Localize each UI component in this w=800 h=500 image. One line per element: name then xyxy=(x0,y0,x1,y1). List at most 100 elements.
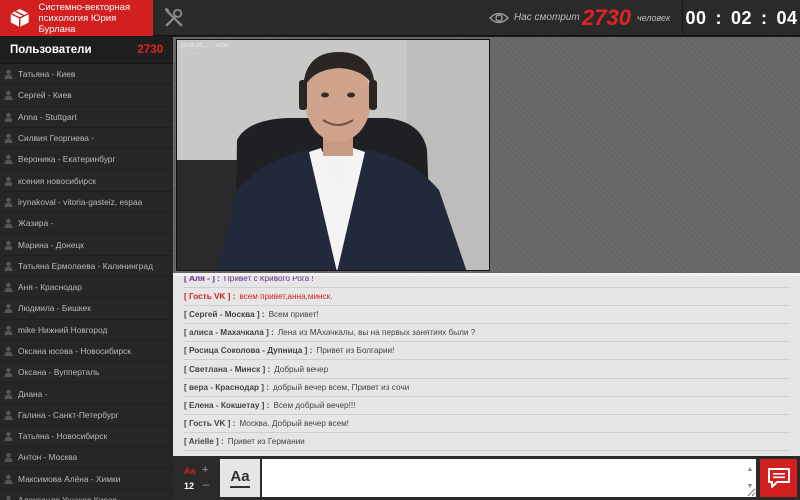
chat-message: [ алиса - Махачкала ] : Лена из МАхачкалы… xyxy=(184,324,790,343)
user-name: Татьяна Ермолаева - Калининград xyxy=(18,260,153,271)
user-name: Галина - Санкт-Петербург xyxy=(18,409,119,420)
chat-message-input[interactable] xyxy=(262,459,756,497)
user-name: Аня - Краснодар xyxy=(18,282,82,293)
user-name: Марина - Донецк xyxy=(18,239,84,250)
overlay-line-2: ... .. .... xyxy=(181,50,198,56)
chat-message-author[interactable]: [ алиса - Махачкала ] : xyxy=(184,328,274,337)
user-icon xyxy=(4,474,13,484)
chat-message-author[interactable]: [ Аля - ] : xyxy=(184,276,220,283)
timer-separator: : xyxy=(715,7,722,28)
chat-message: [ Arielle ] : Привет из Германии xyxy=(184,433,790,451)
send-chat-icon xyxy=(767,468,790,488)
user-name: mike Нижний Новгород xyxy=(18,324,108,335)
chat-message-text: Всем добрый вечер!!! xyxy=(273,400,356,410)
viewers-unit: человек xyxy=(637,13,671,23)
user-list-item[interactable]: Антон - Москва xyxy=(0,447,173,469)
users-title: Пользователи xyxy=(10,44,92,56)
user-name: Сергей - Киев xyxy=(18,90,72,101)
chat-message-text: Добрый вечер xyxy=(274,364,329,374)
user-list-item[interactable]: ксения новосибирск xyxy=(0,170,173,192)
user-list-item[interactable]: Жазира - xyxy=(0,213,173,235)
overlay-line-1: 12:05:25 ... ... MOV xyxy=(181,43,229,49)
chat-messages[interactable]: [ Аля - ] : Привет с Кривого Рога ![ Гост… xyxy=(173,276,800,456)
scroll-down-arrow[interactable]: ▼ xyxy=(745,478,755,495)
chat-message-author[interactable]: [ Arielle ] : xyxy=(184,437,224,446)
user-name: Диана - xyxy=(18,388,48,399)
font-decrease-button[interactable]: – xyxy=(203,479,209,491)
user-icon xyxy=(4,155,13,165)
font-increase-button[interactable]: + xyxy=(202,464,208,476)
user-list-item[interactable]: Максимова Алёна - Химки xyxy=(0,469,173,490)
user-list-item[interactable]: Александр Ушаков Киров xyxy=(0,490,173,500)
user-list-item[interactable]: irynakoval - vitoria-gasteiz, espaa xyxy=(0,192,173,214)
user-list-item[interactable]: Anna - Stuttgart xyxy=(0,107,173,128)
user-list-item[interactable]: Вероника - Екатеринбург xyxy=(0,149,173,171)
user-icon xyxy=(4,176,13,186)
user-list-item[interactable]: Татьяна - Новосибирск xyxy=(0,426,173,448)
user-name: Максимова Алёна - Химки xyxy=(18,473,121,484)
chat-message-author[interactable]: [ Росица Соколова - Дупница ] : xyxy=(184,346,312,355)
brand-name: Системно-векторная психология Юрия Бурла… xyxy=(38,2,153,35)
user-list-item[interactable]: Силвия Георгиева - xyxy=(0,128,173,150)
user-list-item[interactable]: Галина - Санкт-Петербург xyxy=(0,405,173,427)
eye-icon xyxy=(489,12,509,24)
chat-message-text: Лена из МАхачкалы, вы на первых занятиях… xyxy=(277,328,476,338)
chat-composer: Aa + 12 – Aa ▲ ▼ xyxy=(173,456,800,500)
user-list-item[interactable]: Марина - Донецк xyxy=(0,234,173,256)
user-icon xyxy=(4,367,13,378)
viewers-count: 2730 xyxy=(582,5,631,30)
chat-message: [ Светлана - Минск ] : Добрый вечер xyxy=(184,361,790,379)
user-list-item[interactable]: mike Нижний Новгород xyxy=(0,320,173,341)
chat-message-author[interactable]: [ Сергей - Москва ] : xyxy=(184,310,265,319)
chat-message-author[interactable]: [ Светлана - Минск ] : xyxy=(184,365,270,374)
video-player[interactable]: 12:05:25 ... ... MOV ... .. .... xyxy=(176,39,490,271)
user-name: Татьяна - Новосибирск xyxy=(18,431,108,442)
chat-message-author[interactable]: [ вера - Краснодар ] : xyxy=(184,383,269,392)
user-name: Александр Ушаков Киров xyxy=(18,495,117,500)
broadcast-timer: 00 : 02 : 04 xyxy=(682,0,800,36)
chat-message-text: всем привет,анна,минск. xyxy=(239,292,333,302)
timer-separator: : xyxy=(761,7,768,28)
user-icon xyxy=(4,304,13,314)
send-message-button[interactable] xyxy=(760,459,797,497)
top-bar: Системно-векторная психология Юрия Бурла… xyxy=(0,0,800,36)
scroll-up-arrow[interactable]: ▲ xyxy=(745,461,755,478)
input-scrollbar[interactable]: ▲ ▼ xyxy=(745,461,755,495)
chat-message: [ Гость VK ] : Москва. Добрый вечер всем! xyxy=(184,415,790,433)
user-icon xyxy=(4,261,13,271)
user-list-item[interactable]: Аня - Краснодар xyxy=(0,277,173,299)
timer-minutes: 02 xyxy=(730,7,753,28)
users-header: Пользователи 2730 xyxy=(0,37,173,64)
user-icon xyxy=(4,91,13,101)
user-name: Жазира - xyxy=(18,218,54,229)
chat-message-author[interactable]: [ Елена - Кокшетау ] : xyxy=(184,401,269,410)
chat-message-author[interactable]: [ Гость VK ] : xyxy=(184,292,235,301)
users-sidebar: Пользователи 2730 Татьяна - Киев Сергей -… xyxy=(0,37,173,500)
chat-message: [ Гость VK ] : всем привет,анна,минск. xyxy=(184,288,790,307)
user-list-item[interactable]: Татьяна Ермолаева - Калининград xyxy=(0,256,173,277)
chat-message-text: Привет из Германии xyxy=(227,436,305,446)
user-list-item[interactable]: Татьяна - Киев xyxy=(0,64,173,86)
user-name: Оксана юсова - Новосибирск xyxy=(18,346,131,356)
timer-hours: 00 xyxy=(685,7,707,28)
text-format-button[interactable]: Aa xyxy=(220,459,260,497)
user-name: Силвия Георгиева - xyxy=(18,133,95,144)
font-size-value: 12 xyxy=(184,481,195,491)
user-list-item[interactable]: Диана - xyxy=(0,383,173,405)
user-icon xyxy=(4,410,13,420)
user-icon xyxy=(6,495,11,500)
users-list[interactable]: Татьяна - Киев Сергей - Киев Anna - Stuttg… xyxy=(0,64,173,500)
user-icon xyxy=(4,218,13,229)
chat-message-text: Всем привет! xyxy=(268,310,319,320)
user-icon xyxy=(4,69,13,80)
user-list-item[interactable]: Оксана юсова - Новосибирск xyxy=(0,341,173,363)
chat-message-author[interactable]: [ Гость VK ] : xyxy=(184,419,235,428)
chat-message: [ Сергей - Москва ] : Всем привет! xyxy=(184,306,790,325)
brand[interactable]: Системно-векторная психология Юрия Бурла… xyxy=(0,0,153,36)
user-list-item[interactable]: Сергей - Киев xyxy=(0,85,173,107)
tools-icon[interactable] xyxy=(163,7,185,29)
user-name: Anna - Stuttgart xyxy=(18,111,77,122)
format-underline xyxy=(230,485,250,488)
user-list-item[interactable]: Оксана - Вупперталь xyxy=(0,362,173,384)
user-list-item[interactable]: Людмила - Бишкек xyxy=(0,298,173,320)
